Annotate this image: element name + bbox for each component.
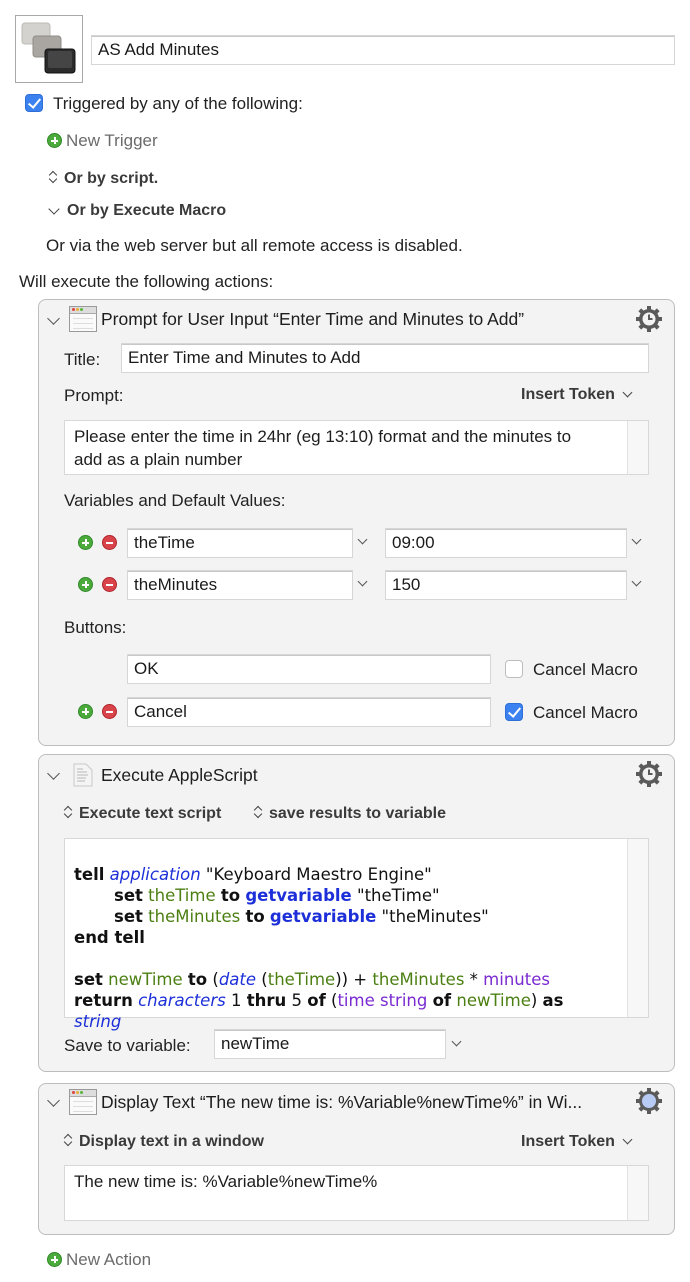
macro-icon-well[interactable] — [15, 15, 83, 83]
or-by-script-toggle[interactable]: Or by script. — [48, 170, 158, 188]
collapse-chevron-icon[interactable] — [47, 767, 60, 780]
keyboard-keys-icon — [21, 22, 76, 74]
updown-chevron-icon — [253, 805, 263, 819]
execute-mode-popup[interactable]: Execute text script — [63, 805, 221, 823]
buttons-label: Buttons: — [64, 618, 127, 637]
insert-token-menu[interactable]: Insert Token — [521, 386, 633, 404]
button-label-field[interactable]: Cancel — [127, 697, 491, 727]
variable-default-field[interactable]: 150 — [385, 570, 627, 600]
action-display-text: Display Text “The new time is: %Variable… — [38, 1083, 675, 1235]
display-text: The new time is: %Variable%newTime% — [74, 1172, 378, 1191]
gear-clock-icon[interactable] — [635, 305, 663, 333]
updown-chevron-icon — [48, 170, 58, 184]
add-button-icon[interactable] — [78, 704, 93, 719]
variable-name-dropdown-icon[interactable] — [357, 576, 368, 587]
cancel-macro-label: Cancel Macro — [533, 703, 638, 722]
or-by-execute-macro-toggle[interactable]: Or by Execute Macro — [48, 202, 226, 220]
scrollbar[interactable] — [627, 1166, 648, 1220]
triggered-checkbox[interactable] — [25, 94, 43, 112]
window-icon — [69, 306, 97, 332]
updown-chevron-icon — [63, 805, 73, 819]
chevron-down-icon — [622, 1134, 633, 1145]
add-icon — [47, 1252, 62, 1267]
code-line: ​ — [74, 948, 564, 969]
chevron-down-icon — [48, 203, 60, 215]
remove-variable-icon[interactable] — [102, 577, 117, 592]
add-icon — [47, 133, 62, 148]
variable-name-field[interactable]: theMinutes — [127, 570, 353, 600]
triggered-label: Triggered by any of the following: — [53, 94, 303, 113]
variables-label: Variables and Default Values: — [64, 491, 286, 510]
remove-variable-icon[interactable] — [102, 535, 117, 550]
chevron-down-icon — [622, 387, 633, 398]
title-label: Title: — [64, 350, 101, 369]
collapse-chevron-icon[interactable] — [47, 312, 60, 325]
window-icon — [69, 1089, 97, 1115]
prompt-text-line: add as a plain number — [74, 450, 243, 469]
code-line: tell application "Keyboard Maestro Engin… — [74, 865, 432, 884]
prompt-text-area[interactable]: Please enter the time in 24hr (eg 13:10)… — [64, 420, 649, 475]
script-text-area[interactable]: tell application "Keyboard Maestro Engin… — [64, 838, 649, 1031]
action-prompt-for-user-input: Prompt for User Input “Enter Time and Mi… — [38, 299, 675, 746]
web-server-note: Or via the web server but all remote acc… — [46, 236, 463, 255]
display-text-area[interactable]: The new time is: %Variable%newTime% — [64, 1165, 649, 1221]
cancel-macro-checkbox[interactable] — [505, 703, 523, 721]
action-title[interactable]: Display Text “The new time is: %Variable… — [101, 1092, 582, 1113]
prompt-label: Prompt: — [64, 386, 124, 405]
cancel-macro-label: Cancel Macro — [533, 660, 638, 679]
add-variable-icon[interactable] — [78, 535, 93, 550]
code-line: set newTime to (date (theTime)) + theMin… — [74, 970, 550, 989]
scrollbar[interactable] — [627, 421, 648, 474]
updown-chevron-icon — [63, 1133, 73, 1147]
prompt-text-line: Please enter the time in 24hr (eg 13:10)… — [74, 427, 572, 446]
remove-button-icon[interactable] — [102, 704, 117, 719]
variable-default-dropdown-icon[interactable] — [631, 534, 642, 545]
code-line: return characters 1 thru 5 of (time stri… — [74, 991, 564, 1010]
macro-name-field[interactable]: AS Add Minutes — [91, 35, 675, 65]
scrollbar[interactable] — [627, 839, 648, 1017]
action-title[interactable]: Execute AppleScript — [101, 765, 258, 786]
action-execute-applescript: Execute AppleScript Execute text script … — [38, 754, 675, 1072]
variable-default-field[interactable]: 09:00 — [385, 528, 627, 558]
code-line: set theTime to getvariable "theTime" — [114, 886, 440, 905]
cancel-macro-checkbox[interactable] — [505, 660, 523, 678]
variable-name-field[interactable]: theTime — [127, 528, 353, 558]
script-document-icon — [73, 763, 93, 787]
add-variable-icon[interactable] — [78, 577, 93, 592]
save-to-variable-field[interactable]: newTime — [214, 1029, 446, 1059]
save-to-variable-label: Save to variable: — [64, 1036, 191, 1055]
new-action-label: New Action — [66, 1250, 152, 1269]
gear-active-icon[interactable] — [635, 1087, 663, 1115]
variable-default-dropdown-icon[interactable] — [631, 576, 642, 587]
display-mode-popup[interactable]: Display text in a window — [63, 1133, 264, 1151]
result-mode-popup[interactable]: save results to variable — [253, 805, 446, 823]
new-trigger-label: New Trigger — [66, 131, 158, 150]
will-execute-heading: Will execute the following actions: — [19, 272, 274, 291]
collapse-chevron-icon[interactable] — [47, 1094, 60, 1107]
button-label-field[interactable]: OK — [127, 654, 491, 684]
prompt-title-field[interactable]: Enter Time and Minutes to Add — [121, 343, 649, 373]
code-line: set theMinutes to getvariable "theMinute… — [114, 907, 489, 926]
variable-name-dropdown-icon[interactable] — [357, 534, 368, 545]
code-line: end tell — [74, 928, 145, 947]
gear-clock-icon[interactable] — [635, 760, 663, 788]
action-title[interactable]: Prompt for User Input “Enter Time and Mi… — [101, 309, 524, 330]
insert-token-menu[interactable]: Insert Token — [521, 1133, 633, 1151]
